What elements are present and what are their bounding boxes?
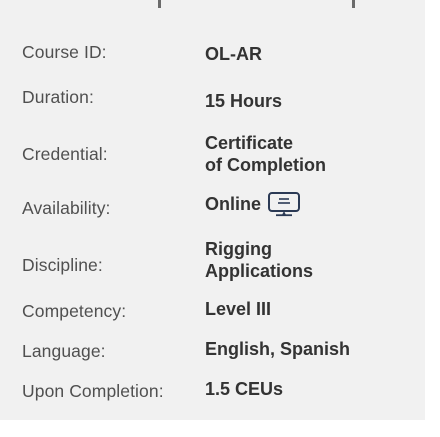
detail-value: 15 Hours — [205, 91, 283, 111]
detail-label: Discipline: — [22, 255, 103, 275]
course-details-card: Course ID: OL-AR Duration: 15 Hours Cred… — [0, 0, 425, 420]
detail-value: English, Spanish — [205, 339, 351, 359]
top-divider-tick — [158, 0, 161, 8]
detail-value-line: Rigging — [205, 239, 272, 259]
detail-label: Duration: — [22, 87, 94, 107]
detail-label: Upon Completion: — [22, 381, 164, 401]
detail-value-line: of Completion — [205, 155, 326, 175]
detail-value: OL-AR — [205, 44, 262, 64]
detail-label: Course ID: — [22, 42, 107, 62]
detail-value-line: Certificate — [205, 133, 294, 153]
detail-value-line: Applications — [205, 261, 314, 281]
detail-value: Level III — [205, 299, 272, 319]
detail-label: Credential: — [22, 144, 108, 164]
detail-value: 1.5 CEUs — [205, 379, 284, 399]
top-divider-tick — [352, 0, 355, 8]
monitor-icon — [268, 192, 301, 217]
detail-value: Online — [205, 194, 262, 214]
detail-label: Competency: — [22, 301, 127, 321]
detail-label: Availability: — [22, 198, 111, 218]
detail-label: Language: — [22, 341, 106, 361]
availability-value: Online — [205, 191, 301, 217]
